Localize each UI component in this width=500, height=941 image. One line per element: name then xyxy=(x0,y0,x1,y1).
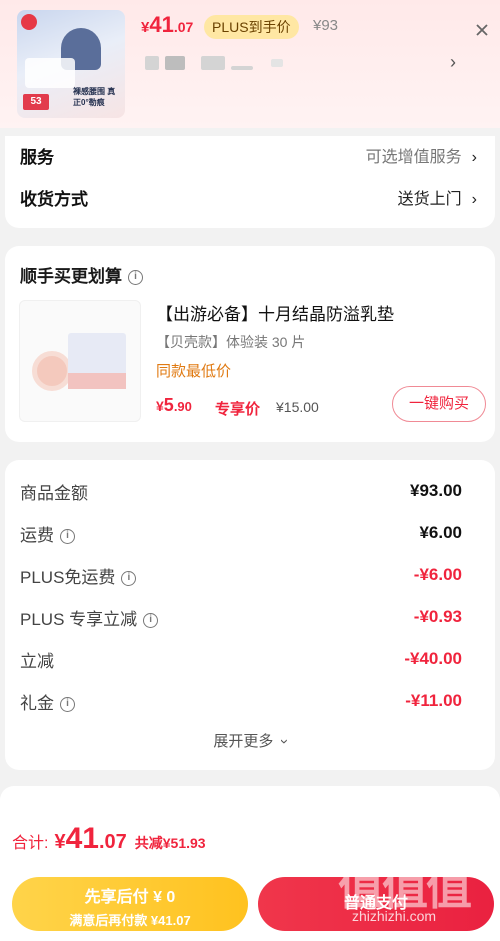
one-click-buy-button[interactable]: 一键购买 xyxy=(392,386,486,422)
fee-amount: ¥6.00 xyxy=(419,523,462,542)
spec-blur xyxy=(145,56,159,70)
delivery-label: 收货方式 xyxy=(20,189,88,209)
delivery-row[interactable]: 收货方式 送货上门 › xyxy=(20,182,477,212)
bundle-card: 顺手买更划算 i 【出游必备】十月结晶防溢乳垫 【贝壳款】体验装 30 片 同款最… xyxy=(5,246,495,442)
service-label: 服务 xyxy=(20,147,54,167)
spec-blur xyxy=(271,59,283,67)
fee-label: 商品金额 xyxy=(20,483,88,503)
plus-price-tag: PLUS到手价 xyxy=(204,15,299,39)
nursing-pad-image xyxy=(32,351,72,391)
bundle-plus-label: 专享价 xyxy=(215,401,261,418)
info-icon[interactable]: i xyxy=(143,612,159,628)
total-amount: 合计: ¥41.07 共减¥51.93 xyxy=(12,822,206,855)
package-image xyxy=(25,58,75,88)
fee-amount: ¥93.00 xyxy=(410,481,462,500)
options-card: 服务 可选增值服务 › 收货方式 送货上门 › xyxy=(5,136,495,228)
fee-amount: -¥11.00 xyxy=(405,691,462,710)
fee-row: 商品金额 ¥93.00 xyxy=(20,478,462,504)
bundle-product-spec: 【贝壳款】体验装 30 片 xyxy=(156,334,306,350)
fee-amount: -¥0.93 xyxy=(413,607,462,626)
total-label: 合计: xyxy=(12,835,49,852)
fee-label: 运费 xyxy=(20,525,54,545)
close-icon[interactable] xyxy=(474,22,490,38)
chevron-right-icon: › xyxy=(471,149,477,166)
fee-row: PLUS 专享立减 i -¥0.93 xyxy=(20,604,462,630)
chevron-right-icon: › xyxy=(471,191,477,208)
thumb-badge: 53 xyxy=(23,94,49,110)
total-reduced: 共减¥51.93 xyxy=(134,835,206,851)
bundle-price: ¥5.90 xyxy=(156,395,192,415)
fee-row: 立减 -¥40.00 xyxy=(20,646,462,672)
header-price: ¥41.07 xyxy=(141,12,194,37)
original-price: ¥93 xyxy=(313,17,339,34)
watermark-url: zhizhizhi.com xyxy=(352,908,437,924)
spec-blur xyxy=(201,56,225,70)
fee-label: PLUS免运费 xyxy=(20,567,116,587)
spec-blur xyxy=(165,56,185,70)
fee-label: 立减 xyxy=(20,651,54,671)
fee-row: PLUS免运费 i -¥6.00 xyxy=(20,562,462,588)
watermark: 值值值 zhizhizhi.com xyxy=(338,852,500,941)
info-icon[interactable]: i xyxy=(128,270,143,286)
info-icon[interactable]: i xyxy=(60,528,75,544)
fee-label: PLUS 专享立减 xyxy=(20,609,138,629)
product-thumbnail[interactable]: 53 裸感腰围 真正0°勒痕 xyxy=(17,10,125,118)
thumb-tagline: 裸感腰围 真正0°勒痕 xyxy=(73,87,116,107)
fee-label: 礼金 xyxy=(20,693,54,713)
fees-card: 商品金额 ¥93.00 运费 i ¥6.00 PLUS免运费 i -¥6.00 PLUS 专享立… xyxy=(5,460,495,770)
fee-amount: -¥40.00 xyxy=(404,649,462,668)
delivery-value: 送货上门 xyxy=(397,191,462,208)
bundle-original-price: ¥15.00 xyxy=(276,399,319,415)
expand-more-button[interactable]: 展开更多 › xyxy=(5,730,495,751)
bundle-product-image[interactable] xyxy=(19,300,141,422)
info-icon[interactable]: i xyxy=(121,570,137,586)
product-header: 53 裸感腰围 真正0°勒痕 ¥41.07 PLUS到手价 ¥93 › xyxy=(0,0,500,128)
fee-row: 礼金 i -¥11.00 xyxy=(20,688,462,714)
fee-row: 运费 i ¥6.00 xyxy=(20,520,462,546)
bundle-product-name[interactable]: 【出游必备】十月结晶防溢乳垫 xyxy=(156,300,394,325)
box-band xyxy=(68,373,126,389)
spec-selector[interactable] xyxy=(145,56,283,70)
bundle-title: 顺手买更划算 i xyxy=(20,262,143,287)
spec-blur xyxy=(231,66,253,70)
chevron-down-icon: › xyxy=(275,739,293,744)
pay-later-button[interactable]: 先享后付 ¥ 0 满意后再付款 ¥41.07 xyxy=(12,877,248,931)
service-row[interactable]: 服务 可选增值服务 › xyxy=(20,140,477,170)
lowest-price-note: 同款最低价 xyxy=(156,363,232,380)
chevron-right-icon[interactable]: › xyxy=(450,52,456,73)
brand-logo xyxy=(21,14,37,30)
fee-amount: -¥6.00 xyxy=(413,565,462,584)
service-value: 可选增值服务 xyxy=(365,149,462,166)
info-icon[interactable]: i xyxy=(60,696,75,712)
